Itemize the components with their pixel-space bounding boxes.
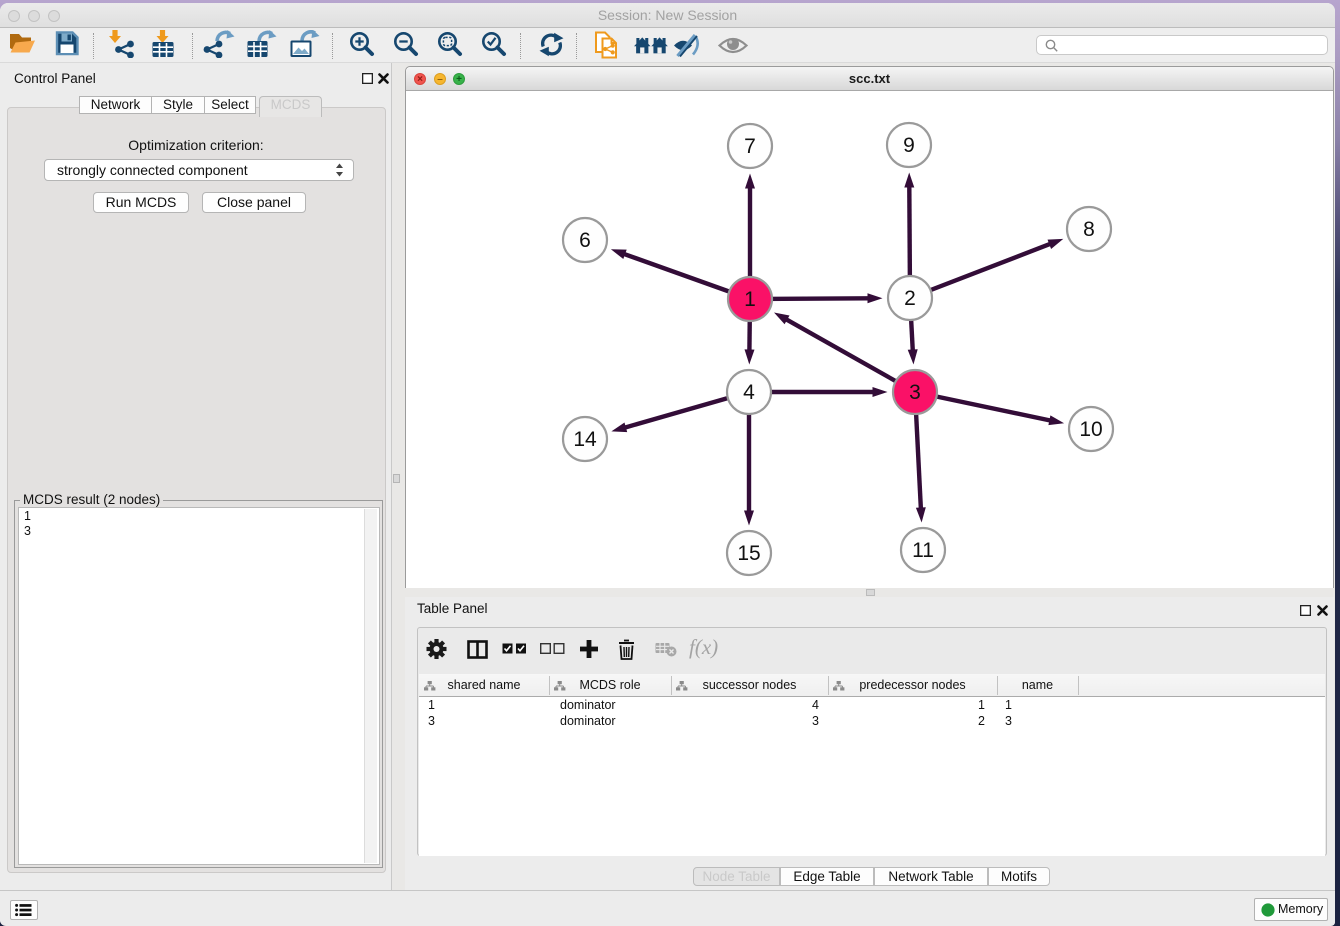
svg-text:15: 15	[737, 542, 760, 565]
svg-text:9: 9	[903, 134, 915, 157]
svg-text:6: 6	[579, 229, 591, 252]
svg-text:7: 7	[744, 135, 756, 158]
svg-text:8: 8	[1083, 218, 1095, 241]
svg-text:11: 11	[912, 539, 934, 562]
svg-text:2: 2	[904, 287, 916, 310]
svg-text:4: 4	[743, 381, 755, 404]
svg-text:1: 1	[744, 288, 756, 311]
svg-text:10: 10	[1079, 418, 1102, 441]
svg-text:3: 3	[909, 381, 921, 404]
svg-text:14: 14	[573, 428, 597, 451]
